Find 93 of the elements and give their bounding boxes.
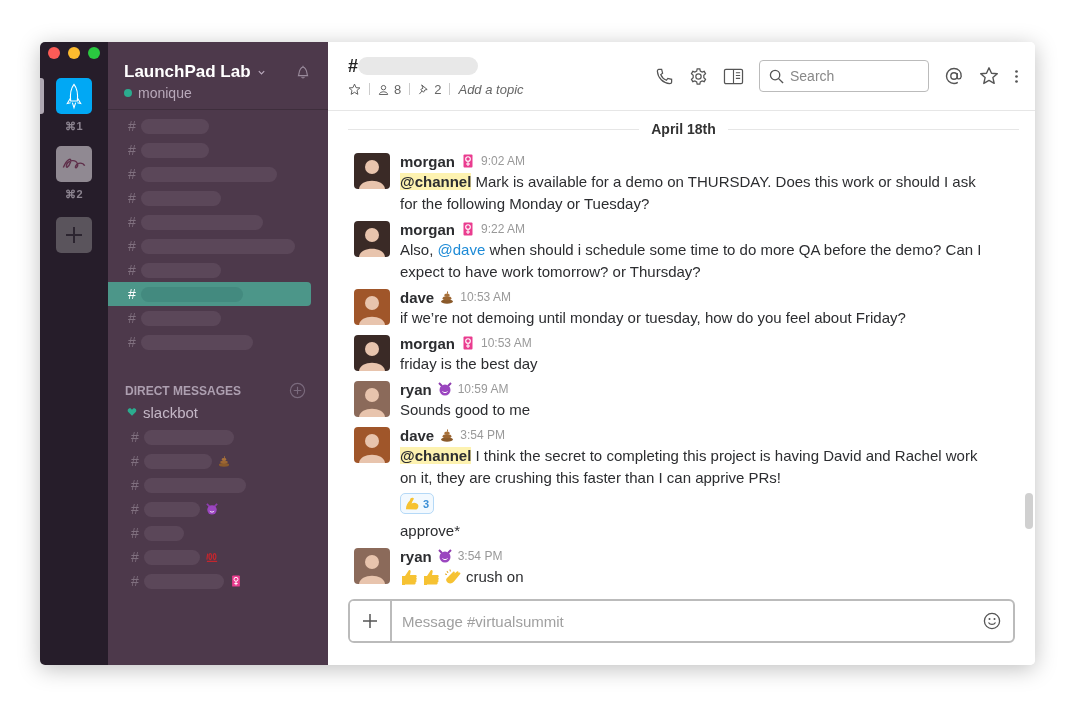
message-time[interactable]: 3:54 PM bbox=[457, 549, 503, 563]
avatar[interactable] bbox=[354, 335, 390, 371]
poop-emoji-icon bbox=[217, 455, 230, 467]
direct-message-item[interactable]: # bbox=[108, 521, 328, 545]
thumbs-up-emoji-icon bbox=[400, 568, 418, 586]
female-sign-emoji-icon bbox=[229, 575, 242, 587]
female-sign-emoji-icon bbox=[461, 222, 475, 236]
plus-icon bbox=[64, 225, 84, 245]
plus-icon bbox=[362, 613, 378, 629]
user-mention-link[interactable]: @dave bbox=[437, 241, 486, 258]
member-count[interactable]: 8 bbox=[394, 81, 402, 97]
channel-item[interactable]: # bbox=[108, 282, 311, 306]
search-field[interactable]: Search bbox=[759, 60, 929, 92]
section-heading[interactable]: DIRECT MESSAGES bbox=[125, 383, 241, 398]
direct-message-item[interactable]: # bbox=[108, 545, 328, 569]
team-name[interactable]: LaunchPad Lab bbox=[124, 62, 251, 82]
minimize-window-button[interactable] bbox=[68, 47, 80, 59]
channel-item[interactable]: # bbox=[108, 162, 311, 186]
author-name[interactable]: morgan bbox=[400, 334, 455, 352]
mention-icon[interactable] bbox=[944, 66, 964, 86]
channel-item[interactable]: # bbox=[108, 210, 311, 234]
direct-message-item[interactable]: # bbox=[108, 569, 328, 593]
message-text: @channel Mark is available for a demo on THURSDAY. Does this work or should I ask for the following Monday or Tuesday? bbox=[400, 172, 977, 214]
message-time[interactable]: 9:02 AM bbox=[481, 154, 526, 168]
author-name[interactable]: dave bbox=[400, 426, 435, 444]
author-name[interactable]: morgan bbox=[400, 220, 455, 238]
zoom-window-button[interactable] bbox=[88, 47, 100, 59]
avatar[interactable] bbox=[354, 221, 390, 257]
poop-emoji-icon bbox=[440, 428, 455, 442]
devil-emoji-icon bbox=[437, 549, 452, 563]
clapping-hands-emoji-icon bbox=[444, 568, 462, 586]
female-sign-emoji-icon bbox=[461, 336, 475, 350]
direct-message-item[interactable]: slackbot bbox=[143, 403, 199, 421]
poop-emoji-icon bbox=[440, 290, 455, 304]
channel-item[interactable]: # bbox=[108, 138, 311, 162]
female-sign-emoji-icon bbox=[461, 154, 475, 168]
settings-icon[interactable] bbox=[689, 66, 708, 86]
direct-message-item[interactable]: # bbox=[108, 425, 328, 449]
pinned-count[interactable]: 2 bbox=[434, 81, 442, 97]
message-time[interactable]: 10:53 AM bbox=[481, 336, 532, 350]
flexed-biceps-emoji-icon bbox=[405, 496, 420, 511]
online-status-dot bbox=[124, 89, 132, 97]
user-name: monique bbox=[138, 85, 192, 101]
message-text: Also, @dave when should i schedule some time to do more QA before the demo? Can I expect to have work tomorrow? or Thursday? bbox=[400, 240, 983, 282]
team-shortcut: ⌘1 bbox=[65, 120, 83, 133]
message-time[interactable]: 10:53 AM bbox=[460, 290, 511, 304]
message-text: Sounds good to me bbox=[400, 400, 532, 420]
team-button[interactable] bbox=[56, 146, 92, 182]
reaction-button[interactable]: 3 bbox=[400, 493, 435, 514]
phone-icon[interactable] bbox=[655, 66, 674, 86]
message-text: friday is the best day bbox=[400, 354, 539, 374]
direct-message-item[interactable]: # bbox=[108, 497, 328, 521]
channel-item[interactable]: # bbox=[108, 186, 311, 210]
direct-message-item[interactable]: # bbox=[108, 473, 328, 497]
add-topic-link[interactable]: Add a topic bbox=[458, 81, 524, 97]
direct-message-item[interactable]: # bbox=[108, 449, 328, 473]
thumbs-up-emoji-icon bbox=[422, 568, 440, 586]
author-name[interactable]: morgan bbox=[400, 152, 455, 170]
message-text: approve* bbox=[400, 521, 462, 541]
hundred-points-emoji-icon bbox=[205, 551, 218, 563]
emoji-smiley-icon[interactable] bbox=[983, 612, 1001, 630]
pin-icon bbox=[418, 83, 430, 95]
channel-prefix: # bbox=[348, 55, 358, 77]
author-name[interactable]: dave bbox=[400, 288, 435, 306]
heart-icon bbox=[127, 407, 137, 417]
author-name[interactable]: ryan bbox=[400, 547, 432, 565]
message-time[interactable]: 3:54 PM bbox=[460, 428, 505, 442]
more-options-icon[interactable] bbox=[1014, 67, 1019, 85]
devil-emoji-icon bbox=[437, 382, 452, 396]
channel-item[interactable]: # bbox=[108, 258, 311, 282]
star-icon[interactable] bbox=[348, 82, 361, 96]
message-time[interactable]: 10:59 AM bbox=[457, 382, 509, 396]
message-composer[interactable]: Message #virtualsummit bbox=[348, 599, 1015, 643]
channel-item[interactable]: # bbox=[108, 306, 311, 330]
close-window-button[interactable] bbox=[48, 47, 60, 59]
message-time[interactable]: 9:22 AM bbox=[481, 222, 526, 236]
team-button[interactable] bbox=[56, 78, 92, 114]
person-icon bbox=[378, 83, 389, 95]
attach-button[interactable] bbox=[350, 601, 392, 641]
message-text: if we’re not demoing until monday or tuesday, how do you feel about Friday? bbox=[400, 308, 907, 328]
star-icon[interactable] bbox=[979, 66, 999, 86]
message-text: crush on bbox=[466, 567, 525, 587]
message-text: @channel I think the secret to completing this project is having David and Rachel work on it, they are crushing this faster than I can apprive PRs! bbox=[400, 446, 979, 488]
devil-emoji-icon bbox=[205, 503, 218, 515]
team-shortcut: ⌘2 bbox=[65, 188, 83, 201]
channel-item[interactable]: # bbox=[108, 330, 311, 354]
sidebar-toggle-icon[interactable] bbox=[723, 66, 744, 86]
date-divider: April 18th bbox=[651, 121, 716, 137]
search-icon bbox=[769, 69, 784, 84]
author-name[interactable]: ryan bbox=[400, 380, 432, 398]
avatar[interactable] bbox=[354, 153, 390, 189]
scrollbar-thumb[interactable] bbox=[1025, 493, 1033, 529]
channel-item[interactable]: # bbox=[108, 114, 311, 138]
